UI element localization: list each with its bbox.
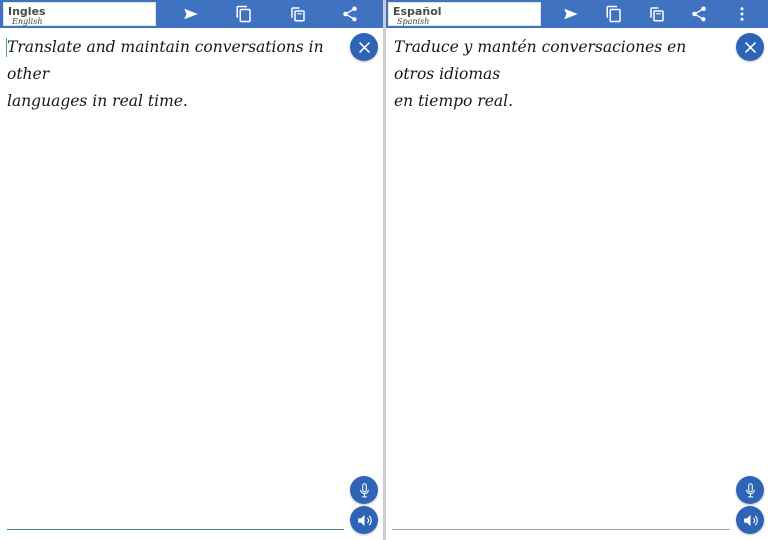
clear-target-button[interactable] xyxy=(736,33,764,61)
source-input-underline xyxy=(7,529,344,530)
target-text-line: Traduce y mantén conversaciones en otros… xyxy=(394,38,687,83)
target-language-subtitle: Spanish xyxy=(397,17,430,26)
speaker-icon xyxy=(357,514,372,526)
source-panel: Ingles English Translate and maintain co… xyxy=(0,0,383,540)
send-icon xyxy=(184,8,198,20)
target-microphone-button[interactable] xyxy=(736,476,764,504)
share-icon xyxy=(692,6,706,22)
send-button[interactable] xyxy=(180,3,202,25)
microphone-icon xyxy=(745,482,755,497)
source-language-selector[interactable]: Ingles English xyxy=(3,2,156,26)
target-language-selector[interactable]: Español Spanish xyxy=(388,2,541,26)
source-text-line: languages in real time. xyxy=(7,92,188,110)
copy-button[interactable] xyxy=(233,3,255,25)
paste-icon xyxy=(291,7,305,22)
target-panel: Español Spanish Traduce y mantén convers… xyxy=(386,0,768,540)
paste-button[interactable] xyxy=(646,3,668,25)
copy-icon xyxy=(236,5,251,23)
microphone-icon xyxy=(359,482,369,497)
target-text-output[interactable]: Traduce y mantén conversaciones en otros… xyxy=(394,34,729,115)
source-microphone-button[interactable] xyxy=(350,476,378,504)
target-toolbar: Español Spanish xyxy=(386,0,768,28)
paste-button[interactable] xyxy=(287,3,309,25)
send-button[interactable] xyxy=(560,3,582,25)
close-icon xyxy=(358,41,370,53)
speaker-icon xyxy=(743,514,758,526)
source-speaker-button[interactable] xyxy=(350,506,378,534)
source-text-input[interactable]: Translate and maintain conversations in … xyxy=(7,34,337,115)
close-icon xyxy=(744,41,756,53)
send-icon xyxy=(564,8,578,20)
source-language-subtitle: English xyxy=(12,17,43,26)
target-text-line: en tiempo real. xyxy=(394,92,514,110)
target-speaker-button[interactable] xyxy=(736,506,764,534)
more-options-button[interactable] xyxy=(731,3,753,25)
copy-icon xyxy=(606,5,621,23)
share-button[interactable] xyxy=(688,3,710,25)
clear-source-button[interactable] xyxy=(350,33,378,61)
more-vert-icon xyxy=(740,7,744,21)
source-toolbar: Ingles English xyxy=(0,0,383,28)
source-text-line: Translate and maintain conversations in … xyxy=(7,38,324,83)
share-button[interactable] xyxy=(339,3,361,25)
share-icon xyxy=(343,6,357,22)
paste-icon xyxy=(650,7,664,22)
target-output-underline xyxy=(392,529,730,530)
copy-button[interactable] xyxy=(603,3,625,25)
